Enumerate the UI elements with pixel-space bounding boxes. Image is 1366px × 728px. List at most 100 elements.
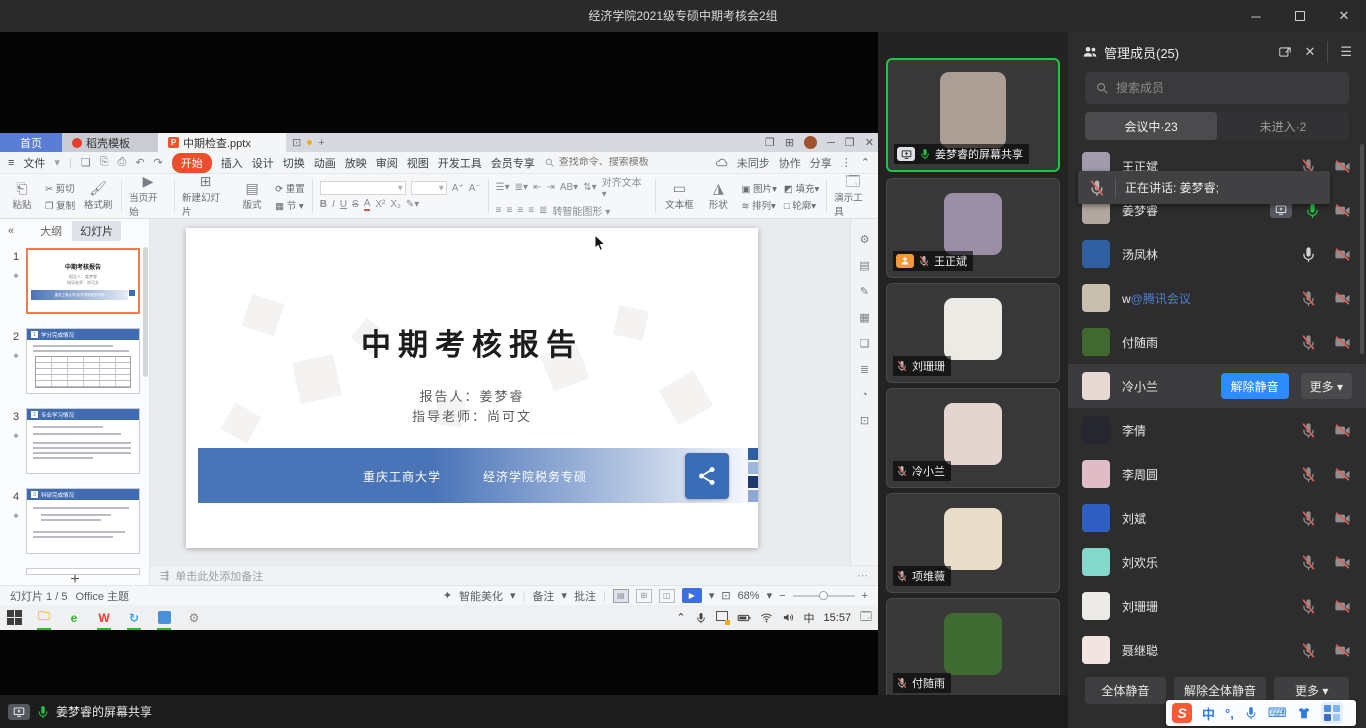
font-color-button[interactable]: A (364, 198, 371, 211)
member-more-button[interactable]: 更多 ▾ (1301, 373, 1352, 399)
member-row[interactable]: 刘欢乐 (1068, 540, 1366, 584)
maximize-button[interactable] (1278, 0, 1322, 32)
reset-button[interactable]: ⟳ 重置 (275, 181, 305, 195)
collapse-panel-icon[interactable]: « (8, 225, 14, 237)
soft-keyboard-icon[interactable]: ⌨ (1268, 705, 1287, 721)
strikethrough-button[interactable]: S (352, 199, 359, 210)
video-tile[interactable]: 王正斌 (886, 178, 1060, 278)
copy-button[interactable]: ❐ 复制 (45, 198, 75, 212)
mic-muted-icon[interactable] (1300, 334, 1317, 351)
battery-icon[interactable] (737, 611, 751, 625)
zoom-level[interactable]: 68% (738, 590, 760, 602)
member-search-input[interactable] (1116, 81, 1339, 95)
comments-button[interactable]: 批注 (574, 588, 596, 604)
popout-icon[interactable] (1278, 45, 1292, 59)
menu-file[interactable]: 文件 (23, 155, 45, 171)
tray-clock[interactable]: 15:57 (824, 612, 852, 624)
arrange-button[interactable]: ≋ 排列▾ (741, 198, 776, 212)
speaker-icon[interactable] (782, 611, 795, 624)
split-screen-icon[interactable]: ⊡ (292, 136, 301, 149)
apps-grid-icon[interactable]: ⊞ (785, 136, 794, 149)
align-center-icon[interactable]: ≡ (507, 205, 513, 216)
mic-on-icon[interactable] (1304, 202, 1321, 219)
redo-icon[interactable]: ↷ (154, 156, 163, 169)
unmute-button[interactable]: 解除静音 (1221, 373, 1289, 399)
sogou-logo-icon[interactable]: S (1172, 703, 1192, 723)
file-explorer-icon[interactable]: 🗀 (36, 610, 52, 626)
menu-animation[interactable]: 动画 (314, 155, 336, 171)
notes-toggle-button[interactable]: 备注 (532, 588, 554, 604)
camera-off-icon[interactable] (1333, 158, 1352, 175)
play-from-current-button[interactable]: ▶当页开始 (129, 174, 167, 218)
voice-input-icon[interactable] (1244, 706, 1258, 720)
mic-muted-icon[interactable] (1300, 422, 1317, 439)
mic-on-icon[interactable] (36, 705, 50, 719)
zoom-out-button[interactable]: − (779, 590, 785, 602)
wps-tab-document[interactable]: P中期检查.pptx (158, 133, 286, 152)
indent-decrease-icon[interactable]: ⇤ (533, 182, 541, 193)
notification-center-icon[interactable]: 🗔 (860, 608, 872, 627)
thumb-scrollbar[interactable] (143, 247, 148, 377)
start-button[interactable] (6, 610, 22, 626)
mic-muted-icon[interactable] (1300, 554, 1317, 571)
wps-right-tool-icon[interactable]: ❏ (860, 337, 870, 350)
mic-muted-icon[interactable] (1300, 510, 1317, 527)
share-button[interactable]: 分享 (810, 155, 832, 171)
sogou-toolbox-icon[interactable] (1321, 702, 1343, 724)
punctuation-toggle[interactable]: °, (1225, 706, 1234, 721)
tab-outline[interactable]: 大纲 (40, 223, 62, 239)
align-left-icon[interactable]: ≡ (496, 205, 502, 216)
slide-thumbnail-1[interactable]: 中期考核报告 报告人：姜梦睿 指导老师：尚可文 重庆工商大学 经济学院税务专硕 (26, 248, 140, 314)
outline-button[interactable]: □ 轮廓▾ (784, 198, 819, 212)
distribute-icon[interactable]: ≣ (539, 205, 547, 216)
zoom-in-button[interactable]: + (862, 590, 868, 602)
number-list-icon[interactable]: ≣▾ (515, 182, 528, 193)
export-icon[interactable]: ⎘ (100, 156, 109, 169)
tray-mic-icon[interactable] (695, 612, 707, 624)
member-search-box[interactable] (1085, 72, 1349, 104)
photos-app-icon[interactable] (156, 610, 172, 626)
mic-muted-icon[interactable] (1300, 598, 1317, 615)
tray-meeting-icon[interactable] (716, 611, 728, 624)
member-row[interactable]: 聂继聪 (1068, 628, 1366, 672)
layout-button[interactable]: ▤版式 (236, 181, 268, 211)
align-text-button[interactable]: 对齐文本 ▾ (602, 174, 649, 200)
menu-member[interactable]: 会员专享 (491, 155, 535, 171)
wps-tab-home[interactable]: 首页 (0, 133, 62, 152)
fit-window-icon[interactable]: ⊡ (721, 589, 730, 602)
camera-off-icon[interactable] (1333, 202, 1352, 219)
wps-account-avatar[interactable] (804, 136, 817, 149)
font-family-select[interactable]: ▾ (320, 181, 406, 195)
text-effect-button[interactable]: ✎▾ (406, 199, 419, 210)
superscript-button[interactable]: X² (375, 199, 385, 210)
camera-off-icon[interactable] (1333, 466, 1352, 483)
ime-indicator[interactable]: 中 (804, 610, 815, 626)
member-row[interactable]: w@腾讯会议 (1068, 276, 1366, 320)
member-row[interactable]: 汤凤林 (1068, 232, 1366, 276)
wps-right-tool-icon[interactable]: ⊡ (860, 414, 869, 427)
wps-right-tool-icon[interactable]: ◔ (861, 389, 868, 401)
normal-view-button[interactable]: ▤ (613, 589, 629, 603)
hamburger-icon[interactable]: ≡ (8, 157, 14, 169)
minimize-button[interactable]: ─ (1234, 0, 1278, 32)
skin-shirt-icon[interactable] (1297, 706, 1311, 720)
close-panel-icon[interactable]: ✕ (1304, 44, 1315, 60)
mic-muted-icon[interactable] (1300, 290, 1317, 307)
wps-minimize-button[interactable]: ─ (827, 137, 835, 149)
member-row[interactable]: 刘珊珊 (1068, 584, 1366, 628)
underline-button[interactable]: U (340, 199, 347, 210)
present-tools-button[interactable]: 🗔演示工具 (834, 174, 872, 218)
zoom-slider-knob[interactable] (819, 591, 828, 600)
collab-button[interactable]: 协作 (779, 155, 801, 171)
fill-button[interactable]: ◩ 填充▾ (784, 181, 819, 195)
menu-devtools[interactable]: 开发工具 (438, 155, 482, 171)
align-right-icon[interactable]: ≡ (517, 205, 523, 216)
mic-idle-icon[interactable] (1300, 246, 1317, 263)
camera-off-icon[interactable] (1333, 642, 1352, 659)
sorter-view-button[interactable]: ⊞ (636, 589, 652, 603)
menu-insert[interactable]: 插入 (221, 155, 243, 171)
settings-gear-icon[interactable]: ⚙ (186, 610, 202, 626)
tab-not-joined[interactable]: 未进入·2 (1217, 112, 1349, 140)
camera-off-icon[interactable] (1333, 598, 1352, 615)
member-row-hovered[interactable]: 冷小兰 解除静音 更多 ▾ (1068, 364, 1366, 408)
